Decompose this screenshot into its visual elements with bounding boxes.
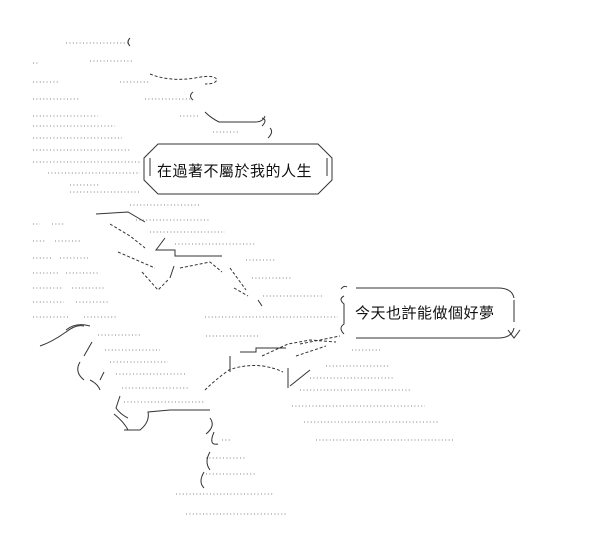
- speech-bubble-2-text: 今天也許能做個好夢: [355, 304, 495, 322]
- ascii-art-canvas: [33, 37, 521, 515]
- lower-dots: [105, 349, 455, 515]
- body-outline: [95, 211, 263, 307]
- body-dots: [33, 219, 338, 337]
- speech-bubble-1-text: 在過著不屬於我的人生: [157, 162, 313, 180]
- lower-outline: [39, 324, 341, 489]
- head-outline: [127, 37, 273, 139]
